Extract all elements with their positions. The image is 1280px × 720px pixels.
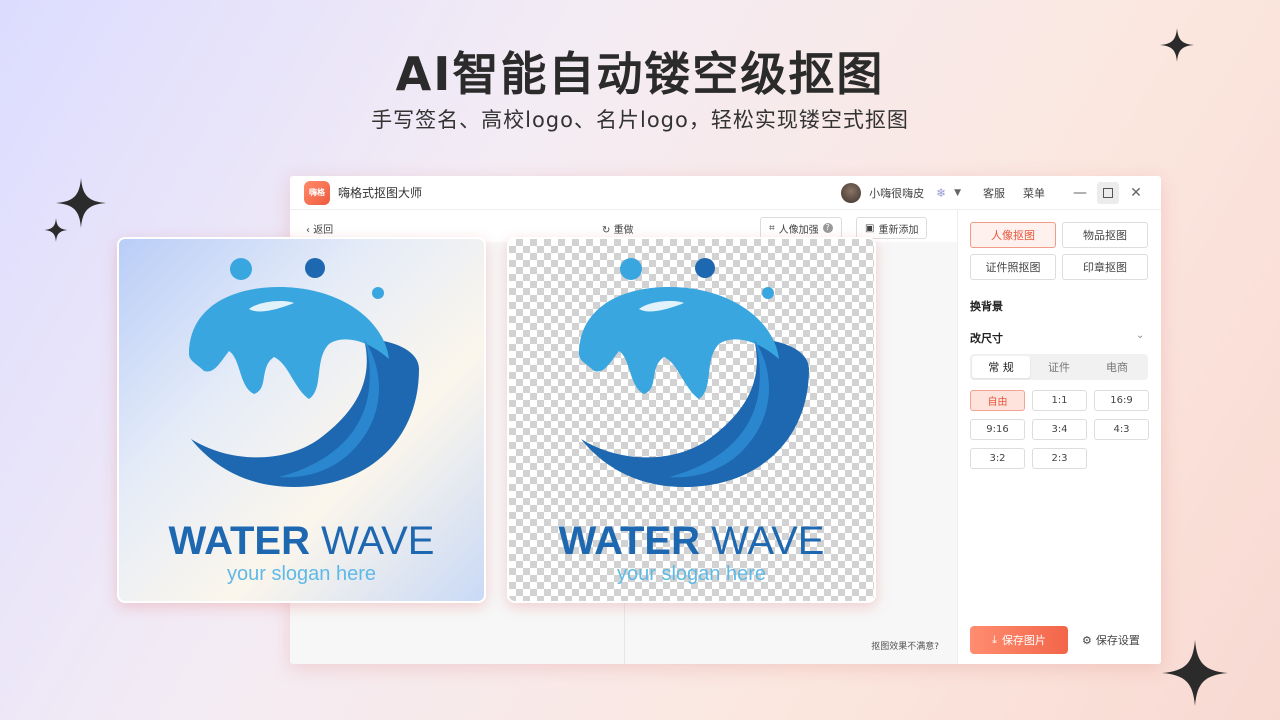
sparkle-icon <box>1162 640 1228 706</box>
mode-portrait[interactable]: 人像抠图 <box>970 222 1056 248</box>
size-tabs: 常 规 证件 电商 <box>970 354 1148 380</box>
change-size-label[interactable]: 改尺寸 <box>970 330 1003 346</box>
app-logo-text: 嗨格 <box>309 188 325 197</box>
logo-slogan: your slogan here <box>617 563 766 585</box>
save-settings-label: 保存设置 <box>1095 634 1140 647</box>
dissatisfied-link[interactable]: 抠图效果不满意? <box>871 639 939 652</box>
chevron-down-icon[interactable]: ⌄ <box>1136 330 1144 341</box>
mode-id-photo[interactable]: 证件照抠图 <box>970 254 1056 280</box>
menu-link[interactable]: 菜单 <box>1023 185 1045 201</box>
back-label: 返回 <box>313 225 334 236</box>
ratio-2-3[interactable]: 2:3 <box>1032 448 1087 469</box>
app-logo-icon: 嗨格 <box>304 180 330 205</box>
customer-service-link[interactable]: 客服 <box>983 185 1005 201</box>
username[interactable]: 小嗨很嗨皮 <box>869 185 924 201</box>
change-background-label[interactable]: 换背景 <box>970 298 1003 314</box>
logo-wordmark: WATER WAVE <box>119 519 484 564</box>
close-icon[interactable]: ✕ <box>1125 182 1147 204</box>
logo-slogan: your slogan here <box>227 563 376 585</box>
logo-word-bold: WATER <box>558 519 700 563</box>
redo-label: 重做 <box>613 225 634 236</box>
help-icon[interactable]: ? <box>822 223 833 233</box>
gear-icon: ⚙ <box>1082 633 1092 647</box>
logo-word-light: WAVE <box>321 519 435 563</box>
promo-subline: 手写签名、高校logo、名片logo，轻松实现镂空式抠图 <box>371 108 909 132</box>
re-add-button[interactable]: ▣ 重新添加 <box>856 217 928 239</box>
redo-button[interactable]: ↻ 重做 <box>602 221 634 236</box>
cutout-image-card: WATER WAVE your slogan here <box>507 237 876 603</box>
right-sidebar: 人像抠图 物品抠图 证件照抠图 印章抠图 换背景 改尺寸 ⌄ 常 规 证件 电商… <box>957 210 1161 664</box>
ratio-1-1[interactable]: 1:1 <box>1032 390 1087 411</box>
ratio-free[interactable]: 自由 <box>970 390 1025 411</box>
ratio-3-4[interactable]: 3:4 <box>1032 419 1087 440</box>
save-image-label: 保存图片 <box>1001 634 1046 647</box>
download-icon: ⤓ <box>992 633 997 646</box>
tab-ecommerce[interactable]: 电商 <box>1088 356 1146 378</box>
re-add-label: 重新添加 <box>878 224 919 236</box>
chevron-down-icon[interactable]: ▼ <box>954 188 961 198</box>
sparkle-icon <box>1160 28 1194 62</box>
tab-id[interactable]: 证件 <box>1030 356 1088 378</box>
logo-word-light: WAVE <box>711 519 825 563</box>
portrait-enhance-button[interactable]: ⌗ 人像加强 ? <box>760 217 842 239</box>
avatar[interactable] <box>841 183 862 203</box>
maximize-icon[interactable] <box>1097 182 1119 204</box>
mode-seal[interactable]: 印章抠图 <box>1062 254 1148 280</box>
save-image-button[interactable]: ⤓ 保存图片 <box>970 626 1068 654</box>
save-settings-button[interactable]: ⚙ 保存设置 <box>1082 632 1140 648</box>
vip-badge-icon[interactable]: ❄ <box>936 186 950 200</box>
scan-icon: ⌗ <box>769 222 775 234</box>
logo-word-bold: WATER <box>168 519 310 563</box>
original-image-card: WATER WAVE your slogan here <box>117 237 486 603</box>
minimize-icon[interactable]: — <box>1069 182 1091 204</box>
logo-wordmark: WATER WAVE <box>509 519 874 564</box>
enhance-label: 人像加强 <box>778 224 819 236</box>
ratio-16-9[interactable]: 16:9 <box>1094 390 1149 411</box>
title-bar: 嗨格 嗨格式抠图大师 小嗨很嗨皮 ❄ ▼ 客服 菜单 — ✕ <box>290 176 1161 210</box>
promo-headline: AI智能自动镂空级抠图 <box>395 47 885 101</box>
ratio-9-16[interactable]: 9:16 <box>970 419 1025 440</box>
sparkle-icon <box>44 218 68 242</box>
app-title: 嗨格式抠图大师 <box>338 186 423 200</box>
back-button[interactable]: ‹ 返回 <box>306 221 333 236</box>
ratio-4-3[interactable]: 4:3 <box>1094 419 1149 440</box>
tab-regular[interactable]: 常 规 <box>972 356 1030 378</box>
mode-object[interactable]: 物品抠图 <box>1062 222 1148 248</box>
image-icon: ▣ <box>865 222 875 234</box>
ratio-3-2[interactable]: 3:2 <box>970 448 1025 469</box>
